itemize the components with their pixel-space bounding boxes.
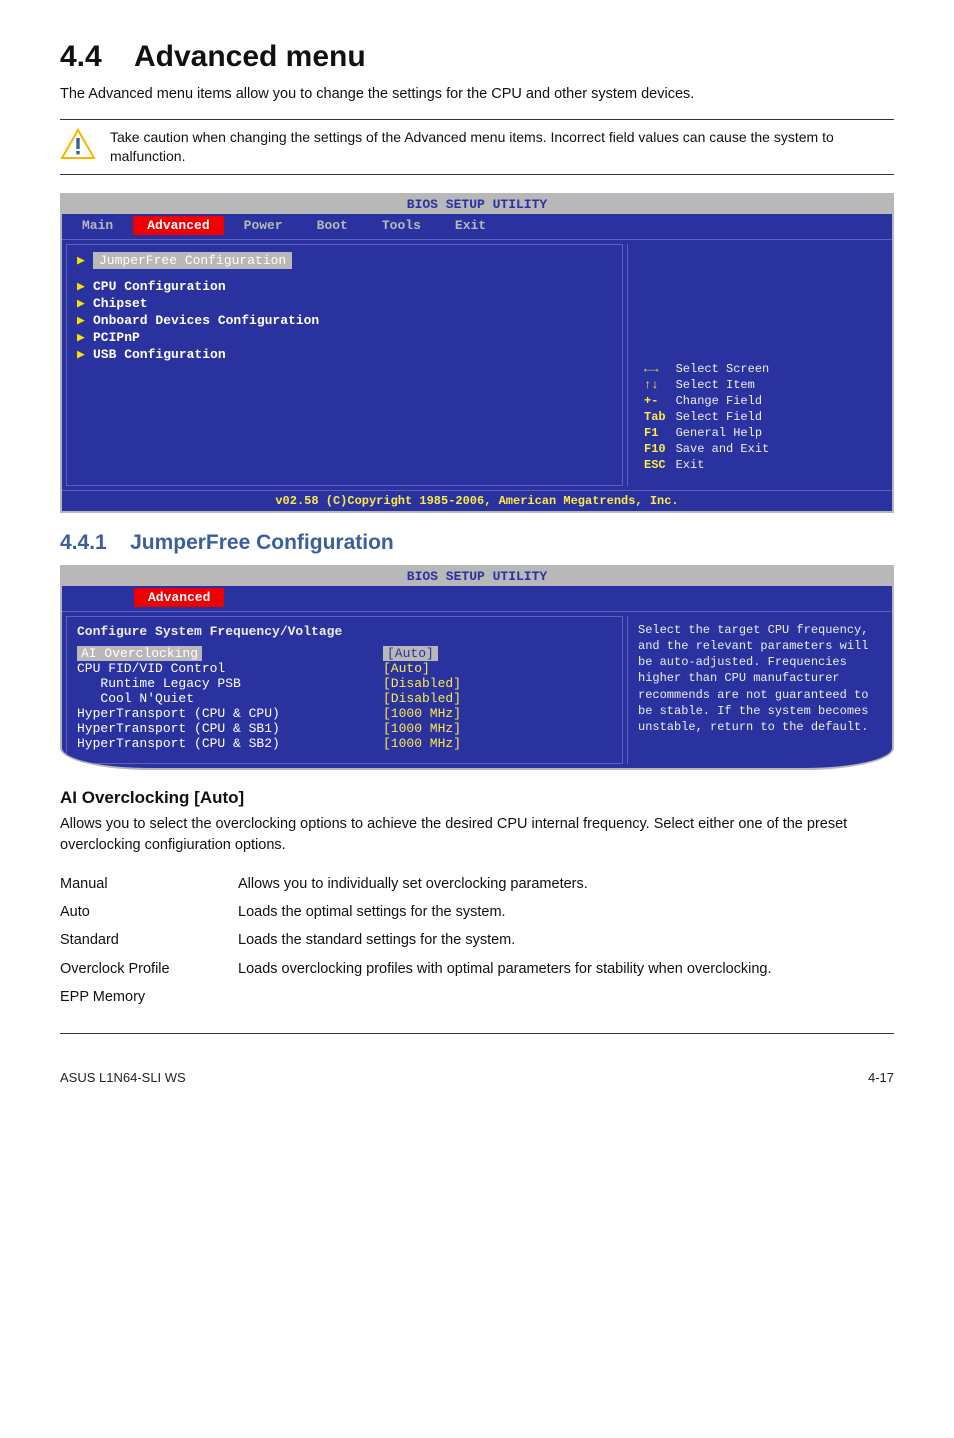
bios-screen-2: BIOS SETUP UTILITY Advanced Configure Sy… [60,565,894,770]
bios-screen-1: BIOS SETUP UTILITY Main Advanced Power Boot… [60,193,894,513]
bios-tab-row: Advanced [62,586,892,611]
menu-item[interactable]: ▶Chipset [77,295,612,312]
menu-item-jumperfree[interactable]: ▶JumperFree Configuration [77,251,612,270]
option-row: Overclock ProfileLoads overclocking prof… [60,955,790,983]
bios-footer: v02.58 (C)Copyright 1985-2006, American … [62,490,892,511]
bios-help-keys: ←→Select Screen↑↓Select Item+-Change Fie… [638,360,775,474]
subsection-number: 4.4.1 [60,531,107,554]
bios-title-bar: BIOS SETUP UTILITY [62,195,892,214]
option-intro: Allows you to select the overclocking op… [60,814,894,856]
section-number: 4.4 [60,40,102,73]
config-row[interactable]: Runtime Legacy PSB[Disabled] [77,676,612,691]
subsection-heading: 4.4.1 JumperFree Configuration [60,531,894,555]
tab-power[interactable]: Power [230,216,297,235]
config-row[interactable]: HyperTransport (CPU & SB2)[1000 MHz] [77,736,612,751]
section-heading: 4.4 Advanced menu [60,40,894,74]
caution-note: Take caution when changing the settings … [60,119,894,175]
bios-tab-row: Main Advanced Power Boot Tools Exit [62,214,892,239]
tab-tools[interactable]: Tools [368,216,435,235]
option-row: EPP Memory [60,983,790,1011]
config-row[interactable]: CPU FID/VID Control[Auto] [77,661,612,676]
bios-title-bar: BIOS SETUP UTILITY [62,567,892,586]
footer-right: 4-17 [868,1070,894,1085]
menu-item[interactable]: ▶PCIPnP [77,329,612,346]
section-intro: The Advanced menu items allow you to cha… [60,84,894,105]
config-row[interactable]: Cool N'Quiet[Disabled] [77,691,612,706]
config-row[interactable]: AI Overclocking[Auto] [77,646,612,661]
subsection-title: JumperFree Configuration [130,531,394,554]
page-footer: ASUS L1N64-SLI WS 4-17 [60,1070,894,1085]
config-row[interactable]: HyperTransport (CPU & SB1)[1000 MHz] [77,721,612,736]
tab-boot[interactable]: Boot [303,216,362,235]
warning-icon [60,128,96,165]
option-row: ManualAllows you to individually set ove… [60,870,790,898]
config-section-label: Configure System Frequency/Voltage [77,623,612,640]
option-row: AutoLoads the optimal settings for the s… [60,898,790,926]
bios-help-text: Select the target CPU frequency, and the… [638,622,878,735]
footer-rule [60,1033,894,1034]
section-title-text: Advanced menu [134,40,366,73]
config-row[interactable]: HyperTransport (CPU & CPU)[1000 MHz] [77,706,612,721]
bios-help-pane: ←→Select Screen↑↓Select Item+-Change Fie… [627,244,888,486]
tab-exit[interactable]: Exit [441,216,500,235]
bios-left-pane: ▶JumperFree Configuration ▶CPU Configura… [66,244,623,486]
option-row: StandardLoads the standard settings for … [60,926,790,954]
tab-advanced[interactable]: Advanced [134,588,224,607]
menu-item[interactable]: ▶Onboard Devices Configuration [77,312,612,329]
tab-advanced[interactable]: Advanced [133,216,223,235]
tab-main[interactable]: Main [68,216,127,235]
footer-left: ASUS L1N64-SLI WS [60,1070,186,1085]
menu-item[interactable]: ▶USB Configuration [77,346,612,363]
option-heading: AI Overclocking [Auto] [60,788,894,808]
caution-text: Take caution when changing the settings … [110,128,894,166]
bios-help-pane: Select the target CPU frequency, and the… [627,616,888,764]
options-table: ManualAllows you to individually set ove… [60,870,790,1011]
menu-item[interactable]: ▶CPU Configuration [77,278,612,295]
bios-left-pane: Configure System Frequency/Voltage AI Ov… [66,616,623,764]
